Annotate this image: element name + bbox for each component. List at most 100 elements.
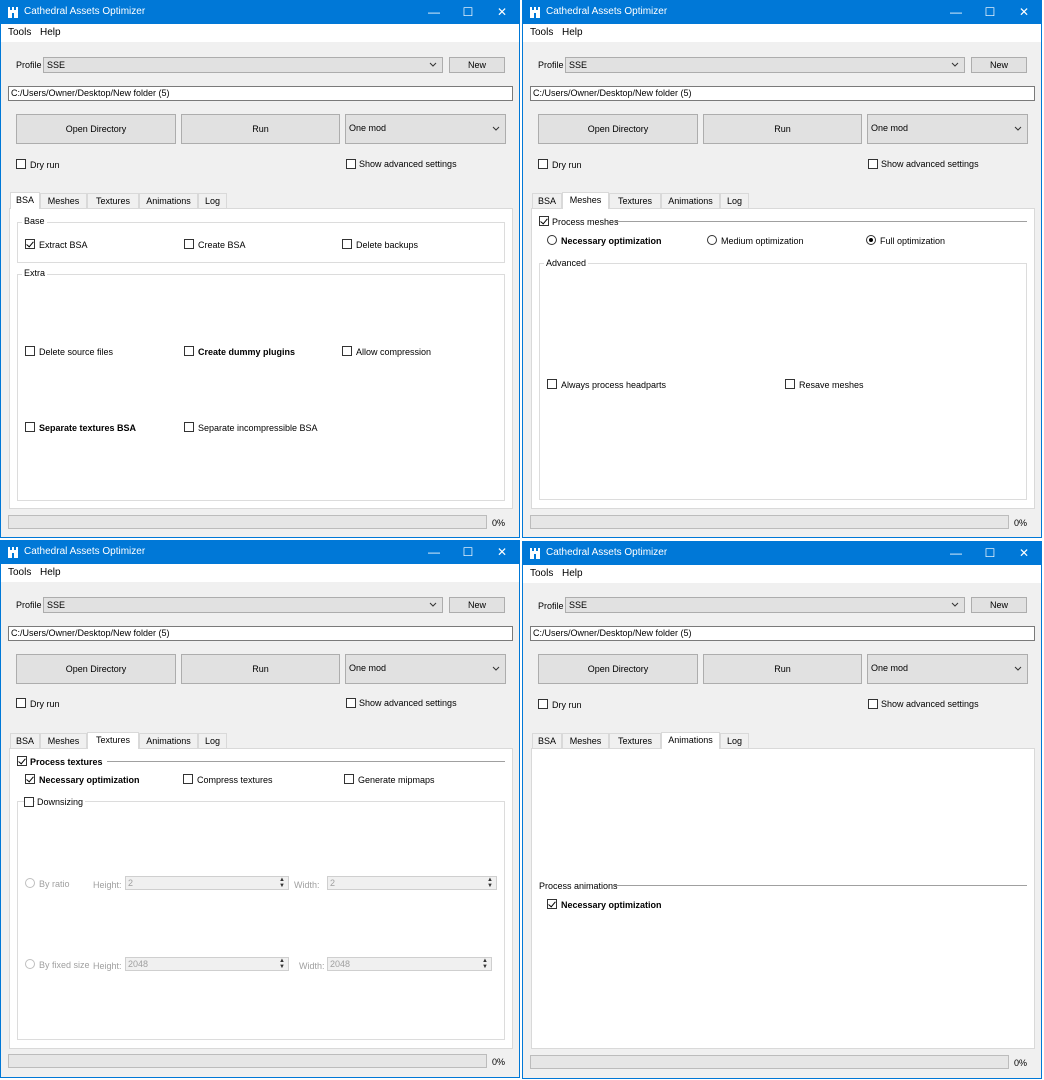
new-profile-button[interactable]: New <box>971 57 1027 73</box>
profile-select[interactable]: SSE <box>565 597 965 613</box>
open-directory-button[interactable]: Open Directory <box>16 654 176 684</box>
create-bsa-checkbox[interactable] <box>184 239 194 249</box>
menu-tools[interactable]: Tools <box>530 568 553 579</box>
run-button[interactable]: Run <box>181 114 340 144</box>
delete-backups-checkbox[interactable] <box>342 239 352 249</box>
tab-animations[interactable]: Animations <box>661 732 720 749</box>
minimize-icon[interactable]: — <box>417 541 451 564</box>
process-textures-checkbox[interactable] <box>17 756 27 766</box>
tab-meshes[interactable]: Meshes <box>562 733 609 748</box>
delete-source-checkbox[interactable] <box>25 346 35 356</box>
tab-log[interactable]: Log <box>720 193 749 208</box>
by-fixed-radio[interactable] <box>25 959 35 969</box>
title-bar[interactable]: Cathedral Assets Optimizer — ☐ ✕ <box>523 1 1041 24</box>
necessary-checkbox[interactable] <box>547 899 557 909</box>
new-profile-button[interactable]: New <box>971 597 1027 613</box>
menu-tools[interactable]: Tools <box>8 27 31 38</box>
tab-meshes[interactable]: Meshes <box>562 192 609 209</box>
tab-animations[interactable]: Animations <box>139 733 198 748</box>
new-profile-button[interactable]: New <box>449 57 505 73</box>
tab-textures[interactable]: Textures <box>609 193 661 208</box>
tab-log[interactable]: Log <box>198 733 227 748</box>
tab-log[interactable]: Log <box>720 733 749 748</box>
menu-help[interactable]: Help <box>40 567 61 578</box>
show-advanced-checkbox[interactable] <box>868 159 878 169</box>
profile-select[interactable]: SSE <box>43 597 443 613</box>
menu-tools[interactable]: Tools <box>530 27 553 38</box>
tab-meshes[interactable]: Meshes <box>40 193 87 208</box>
tab-animations[interactable]: Animations <box>139 193 198 208</box>
run-button[interactable]: Run <box>703 654 862 684</box>
necessary-checkbox[interactable] <box>25 774 35 784</box>
compress-checkbox[interactable] <box>183 774 193 784</box>
show-advanced-checkbox[interactable] <box>868 699 878 709</box>
extract-bsa-checkbox[interactable] <box>25 239 35 249</box>
tab-textures[interactable]: Textures <box>87 732 139 749</box>
tab-bsa[interactable]: BSA <box>10 733 40 748</box>
close-icon[interactable]: ✕ <box>1007 1 1041 24</box>
close-icon[interactable]: ✕ <box>1007 542 1041 565</box>
minimize-icon[interactable]: — <box>939 542 973 565</box>
process-meshes-checkbox[interactable] <box>539 216 549 226</box>
ratio-width-spinbox[interactable]: 2 ▲ ▼ <box>327 876 497 890</box>
menu-help[interactable]: Help <box>562 27 583 38</box>
menu-help[interactable]: Help <box>562 568 583 579</box>
open-directory-button[interactable]: Open Directory <box>538 654 698 684</box>
menu-tools[interactable]: Tools <box>8 567 31 578</box>
ratio-height-spinbox[interactable]: 2 ▲ ▼ <box>125 876 289 890</box>
tab-meshes[interactable]: Meshes <box>40 733 87 748</box>
dry-run-checkbox[interactable] <box>538 159 548 169</box>
tab-textures[interactable]: Textures <box>609 733 661 748</box>
maximize-icon[interactable]: ☐ <box>973 1 1007 24</box>
tab-textures[interactable]: Textures <box>87 193 139 208</box>
menu-help[interactable]: Help <box>40 27 61 38</box>
run-button[interactable]: Run <box>703 114 862 144</box>
mode-select[interactable]: One mod <box>345 654 506 684</box>
minimize-icon[interactable]: — <box>417 1 451 24</box>
fixed-height-spinbox[interactable]: 2048 ▲ ▼ <box>125 957 289 971</box>
fixed-width-spinbox[interactable]: 2048 ▲ ▼ <box>327 957 492 971</box>
title-bar[interactable]: Cathedral Assets Optimizer — ☐ ✕ <box>1 1 519 24</box>
path-input[interactable]: C:/Users/Owner/Desktop/New folder (5) <box>530 86 1035 101</box>
tab-bsa[interactable]: BSA <box>532 193 562 208</box>
show-advanced-checkbox[interactable] <box>346 698 356 708</box>
path-input[interactable]: C:/Users/Owner/Desktop/New folder (5) <box>8 86 513 101</box>
dummy-plugins-checkbox[interactable] <box>184 346 194 356</box>
tab-bsa[interactable]: BSA <box>10 192 40 209</box>
show-advanced-checkbox[interactable] <box>346 159 356 169</box>
resave-checkbox[interactable] <box>785 379 795 389</box>
profile-select[interactable]: SSE <box>43 57 443 73</box>
title-bar[interactable]: Cathedral Assets Optimizer — ☐ ✕ <box>523 542 1041 565</box>
separate-incompressible-checkbox[interactable] <box>184 422 194 432</box>
medium-radio[interactable] <box>707 235 717 245</box>
maximize-icon[interactable]: ☐ <box>973 542 1007 565</box>
downsizing-checkbox[interactable] <box>24 797 34 807</box>
close-icon[interactable]: ✕ <box>485 1 519 24</box>
full-radio[interactable] <box>866 235 876 245</box>
open-directory-button[interactable]: Open Directory <box>16 114 176 144</box>
mode-select[interactable]: One mod <box>867 654 1028 684</box>
profile-select[interactable]: SSE <box>565 57 965 73</box>
mode-select[interactable]: One mod <box>345 114 506 144</box>
minimize-icon[interactable]: — <box>939 1 973 24</box>
dry-run-checkbox[interactable] <box>16 159 26 169</box>
necessary-radio[interactable] <box>547 235 557 245</box>
headparts-checkbox[interactable] <box>547 379 557 389</box>
path-input[interactable]: C:/Users/Owner/Desktop/New folder (5) <box>8 626 513 641</box>
maximize-icon[interactable]: ☐ <box>451 541 485 564</box>
allow-compression-checkbox[interactable] <box>342 346 352 356</box>
path-input[interactable]: C:/Users/Owner/Desktop/New folder (5) <box>530 626 1035 641</box>
tab-animations[interactable]: Animations <box>661 193 720 208</box>
mode-select[interactable]: One mod <box>867 114 1028 144</box>
tab-log[interactable]: Log <box>198 193 227 208</box>
dry-run-checkbox[interactable] <box>16 698 26 708</box>
run-button[interactable]: Run <box>181 654 340 684</box>
mipmaps-checkbox[interactable] <box>344 774 354 784</box>
open-directory-button[interactable]: Open Directory <box>538 114 698 144</box>
separate-textures-checkbox[interactable] <box>25 422 35 432</box>
close-icon[interactable]: ✕ <box>485 541 519 564</box>
by-ratio-radio[interactable] <box>25 878 35 888</box>
tab-bsa[interactable]: BSA <box>532 733 562 748</box>
new-profile-button[interactable]: New <box>449 597 505 613</box>
title-bar[interactable]: Cathedral Assets Optimizer — ☐ ✕ <box>1 541 519 564</box>
